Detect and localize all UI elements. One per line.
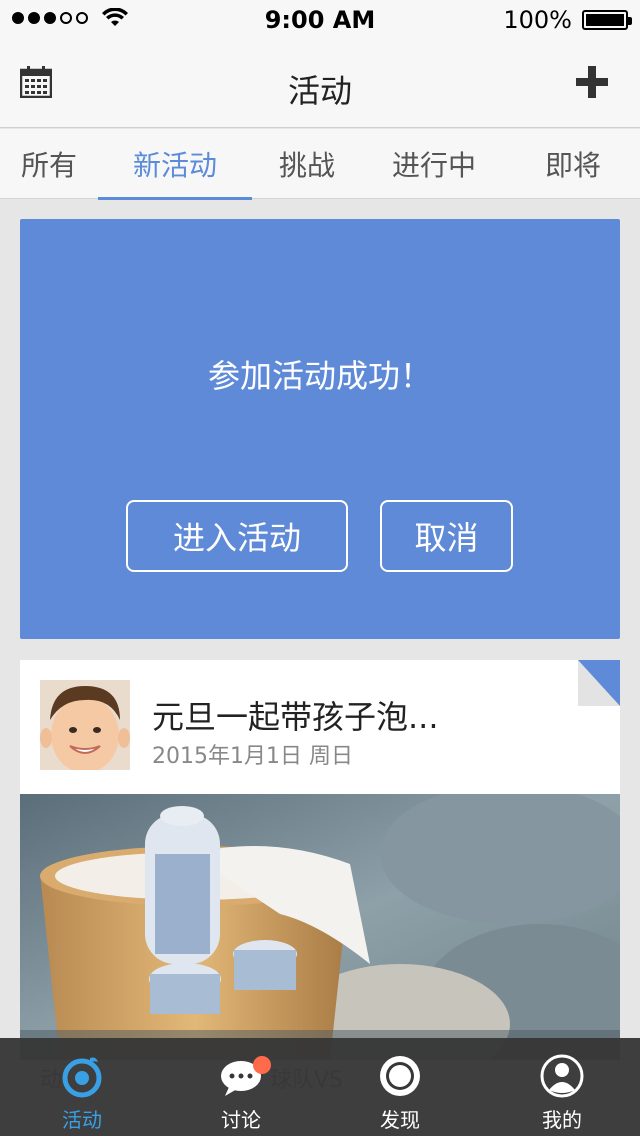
profile-icon <box>540 1054 584 1098</box>
join-success-card: 参加活动成功！ 进入活动 取消 <box>20 219 620 639</box>
tab-all[interactable]: 所有 <box>0 129 98 199</box>
notification-badge <box>253 1056 271 1074</box>
activity-image <box>20 794 620 1060</box>
bottom-tab-bar: 活动 讨论 发现 我的 <box>0 1038 640 1136</box>
tabbar-label: 讨论 <box>221 1108 261 1132</box>
activity-title: 元旦一起带孩子泡... <box>152 698 439 736</box>
discover-icon <box>380 1056 420 1096</box>
tab-in-progress[interactable]: 进行中 <box>362 129 506 199</box>
battery-icon <box>582 10 632 30</box>
battery-status: 100% <box>503 6 632 34</box>
cancel-button[interactable]: 取消 <box>380 500 513 572</box>
screen: 9:00 AM 100% 活动 所有 新活动 挑战 进行中 即将 参加活动成功！… <box>0 0 640 1136</box>
new-flag-icon <box>578 660 620 706</box>
activity-card[interactable]: 元旦一起带孩子泡... 2015年1月1日 周日 <box>20 660 620 1060</box>
battery-percentage: 100% <box>503 6 572 34</box>
tabbar-label: 发现 <box>380 1108 420 1132</box>
page-title: 活动 <box>287 72 352 110</box>
activity-icon <box>62 1057 102 1098</box>
tabbar-item-activity[interactable]: 活动 <box>2 1038 162 1136</box>
success-message: 参加活动成功！ <box>207 357 432 395</box>
tabbar-item-discover[interactable]: 发现 <box>320 1038 480 1136</box>
tabbar-item-profile[interactable]: 我的 <box>482 1038 640 1136</box>
tab-upcoming[interactable]: 即将 <box>506 129 640 199</box>
tabbar-item-discussion[interactable]: 讨论 <box>161 1038 321 1136</box>
tabbar-label: 我的 <box>542 1108 582 1132</box>
filter-tabs: 所有 新活动 挑战 进行中 即将 <box>0 129 640 200</box>
plus-icon[interactable] <box>574 64 610 100</box>
status-bar: 9:00 AM 100% <box>0 0 640 40</box>
activity-date: 2015年1月1日 周日 <box>152 744 353 769</box>
tabbar-label: 活动 <box>62 1108 102 1132</box>
enter-activity-button[interactable]: 进入活动 <box>126 500 348 572</box>
tab-challenge[interactable]: 挑战 <box>252 129 362 199</box>
tab-new-activity[interactable]: 新活动 <box>98 129 252 200</box>
nav-bar: 活动 <box>0 40 640 128</box>
avatar <box>40 680 130 770</box>
